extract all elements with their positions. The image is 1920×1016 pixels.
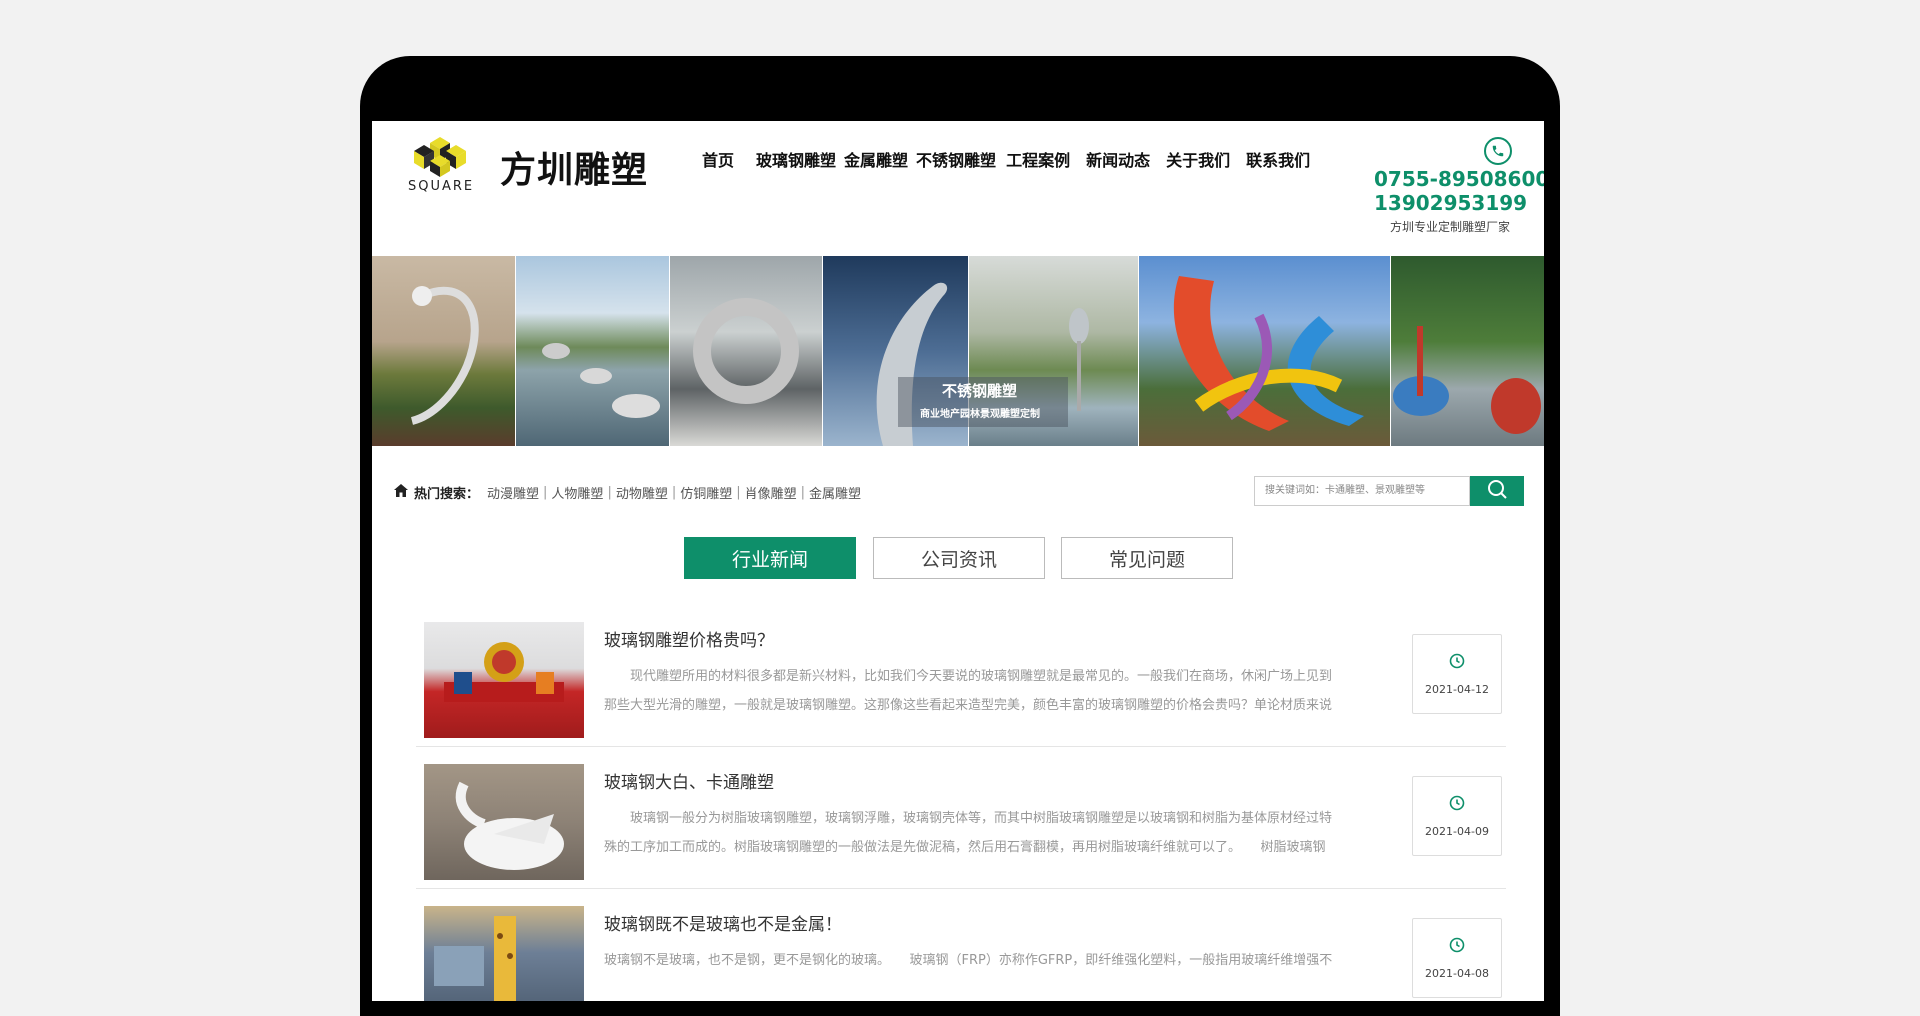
hot-search-label: 热门搜索： — [414, 487, 480, 502]
hot-link[interactable]: 仿铜雕塑 — [680, 483, 732, 502]
news-date: 2021-04-09 — [1425, 824, 1489, 838]
phone-number-1: 0755-89508600 — [1374, 167, 1544, 191]
news-date-box: 2021-04-09 — [1412, 776, 1502, 856]
news-thumbnail[interactable] — [424, 906, 584, 1001]
separator: | — [543, 485, 548, 500]
news-summary: 玻璃钢一般分为树脂玻璃钢雕塑，玻璃钢浮雕，玻璃钢壳体等，而其中树脂玻璃钢雕塑是以… — [604, 804, 1404, 864]
banner-image — [1139, 256, 1391, 446]
nav-cases[interactable]: 工程案例 — [1006, 147, 1070, 171]
news-item[interactable]: 玻璃钢既不是玻璃也不是金属！ 玻璃钢不是玻璃，也不是钢，更不是钢化的玻璃。 玻璃… — [416, 888, 1506, 1001]
nav-stainless-sculpture[interactable]: 不锈钢雕塑 — [916, 147, 996, 171]
tab-industry-news[interactable]: 行业新闻 — [684, 537, 856, 579]
hot-search-bar: 热门搜索： 动漫雕塑 | 人物雕塑 | 动物雕塑 | 仿铜雕塑 | 肖像雕塑 | 金属雕塑 — [394, 483, 861, 502]
phone-icon — [1484, 137, 1512, 165]
nav-home[interactable]: 首页 — [702, 147, 734, 171]
news-title[interactable]: 玻璃钢既不是玻璃也不是金属！ — [604, 910, 842, 935]
news-date-box: 2021-04-08 — [1412, 918, 1502, 998]
search-input[interactable]: 搜关键词如：卡通雕塑、景观雕塑等 — [1254, 476, 1470, 506]
news-item[interactable]: 玻璃钢大白、卡通雕塑 玻璃钢一般分为树脂玻璃钢雕塑，玻璃钢浮雕，玻璃钢壳体等，而… — [416, 746, 1506, 889]
news-thumbnail[interactable] — [424, 622, 584, 738]
clock-icon — [1449, 795, 1465, 815]
banner-image — [1390, 256, 1544, 446]
tab-faq[interactable]: 常见问题 — [1061, 537, 1233, 579]
phone-number-2: 13902953199 — [1374, 191, 1528, 215]
banner-image — [372, 256, 517, 446]
header-slogan: 方圳专业定制雕塑厂家 — [1390, 220, 1511, 234]
news-date: 2021-04-08 — [1425, 966, 1489, 980]
separator: | — [800, 485, 806, 500]
banner-subtitle: 商业地产园林景观雕塑定制 — [920, 409, 1040, 420]
website-screen: SQUARE 方圳雕塑 首页 玻璃钢雕塑 金属雕塑 不锈钢雕塑 工程案例 新闻动… — [372, 121, 1544, 1001]
hot-link[interactable]: 动漫雕塑 — [487, 483, 539, 502]
news-summary: 现代雕塑所用的材料很多都是新兴材料，比如我们今天要说的玻璃钢雕塑就是最常见的。一… — [604, 662, 1404, 722]
banner-image — [670, 256, 823, 446]
news-thumbnail[interactable] — [424, 764, 584, 880]
news-summary-line: 殊的工序加工而成的。树脂玻璃钢雕塑的一般做法是先做泥稿，然后用石膏翻模，再用树脂… — [604, 840, 1326, 855]
news-title[interactable]: 玻璃钢大白、卡通雕塑 — [604, 768, 774, 793]
clock-icon — [1449, 937, 1465, 957]
tab-company-news[interactable]: 公司资讯 — [873, 537, 1045, 579]
news-summary-line: 玻璃钢不是玻璃，也不是钢，更不是钢化的玻璃。 玻璃钢（FRP）亦称作GFRP，即… — [604, 953, 1333, 968]
hot-link[interactable]: 肖像雕塑 — [745, 483, 797, 502]
search-button[interactable] — [1470, 476, 1524, 506]
news-item[interactable]: 玻璃钢雕塑价格贵吗？ 现代雕塑所用的材料很多都是新兴材料，比如我们今天要说的玻璃… — [416, 604, 1506, 747]
news-date-box: 2021-04-12 — [1412, 634, 1502, 714]
search-icon — [1487, 479, 1507, 503]
separator: | — [736, 485, 741, 500]
nav-about[interactable]: 关于我们 — [1166, 147, 1230, 171]
nav-metal-sculpture[interactable]: 金属雕塑 — [844, 147, 908, 171]
nav-frp-sculpture[interactable]: 玻璃钢雕塑 — [756, 147, 836, 171]
home-icon — [394, 484, 408, 501]
news-summary-line: 玻璃钢一般分为树脂玻璃钢雕塑，玻璃钢浮雕，玻璃钢壳体等，而其中树脂玻璃钢雕塑是以… — [604, 811, 1333, 826]
hot-link[interactable]: 金属雕塑 — [809, 483, 861, 502]
news-summary-line: 现代雕塑所用的材料很多都是新兴材料，比如我们今天要说的玻璃钢雕塑就是最常见的。一… — [604, 669, 1333, 684]
news-summary-line: 那些大型光滑的雕塑，一般就是玻璃钢雕塑。这那像这些看起来造型完美，颜色丰富的玻璃… — [604, 698, 1333, 713]
logo-text: SQUARE — [408, 179, 475, 194]
separator: | — [671, 485, 677, 500]
news-title[interactable]: 玻璃钢雕塑价格贵吗？ — [604, 626, 774, 651]
news-summary: 玻璃钢不是玻璃，也不是钢，更不是钢化的玻璃。 玻璃钢（FRP）亦称作GFRP，即… — [604, 946, 1404, 1001]
nav-news[interactable]: 新闻动态 — [1086, 147, 1150, 171]
hot-link[interactable]: 动物雕塑 — [616, 483, 668, 502]
banner-image — [516, 256, 671, 446]
banner-title: 不锈钢雕塑 — [942, 382, 1018, 400]
brand-name[interactable]: 方圳雕塑 — [500, 141, 648, 193]
nav-contact[interactable]: 联系我们 — [1246, 147, 1310, 171]
main-nav: 首页 玻璃钢雕塑 金属雕塑 不锈钢雕塑 工程案例 新闻动态 关于我们 联系我们 — [702, 147, 1310, 171]
separator: | — [607, 485, 612, 500]
clock-icon — [1449, 653, 1465, 673]
news-date: 2021-04-12 — [1425, 682, 1489, 696]
hot-link[interactable]: 人物雕塑 — [551, 483, 603, 502]
